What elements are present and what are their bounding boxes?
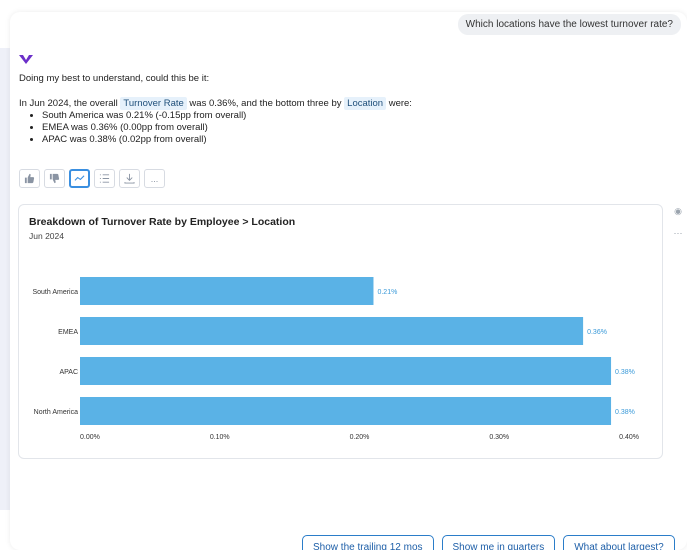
summary-prefix: In Jun 2024, the overall: [19, 98, 121, 109]
download-icon: [124, 173, 135, 184]
metric-chip[interactable]: Turnover Rate: [120, 97, 187, 110]
bar-value-label: 0.38%: [615, 369, 635, 376]
chart-toggle-button[interactable]: [69, 169, 90, 188]
bar[interactable]: [80, 357, 612, 385]
line-chart-icon: [74, 175, 85, 181]
response-actions: ...: [19, 169, 165, 188]
x-tick-label: 0.10%: [210, 434, 230, 441]
x-tick-label: 0.40%: [619, 434, 639, 441]
bar[interactable]: [80, 277, 374, 305]
category-label: South America: [32, 289, 78, 296]
finding-item: South America was 0.21% (-0.15pp from ov…: [42, 110, 246, 122]
thumbs-up-icon: [24, 173, 35, 184]
chart-side-tools: ◉ ⋯: [673, 206, 683, 238]
download-button[interactable]: [119, 169, 140, 188]
findings-list: South America was 0.21% (-0.15pp from ov…: [30, 110, 246, 146]
finding-item: APAC was 0.38% (0.02pp from overall): [42, 134, 246, 146]
bar[interactable]: [80, 317, 584, 345]
dimension-chip[interactable]: Location: [344, 97, 387, 110]
category-label: EMEA: [58, 329, 78, 336]
bar[interactable]: [80, 397, 612, 425]
assistant-logo-icon: [19, 55, 33, 64]
bar-chart: South America 0.21% EMEA 0.36% APAC 0.38% Nort…: [32, 277, 639, 441]
camera-icon[interactable]: ◉: [674, 206, 682, 216]
user-message-text: Which locations have the lowest turnover…: [465, 19, 673, 30]
thumbs-down-icon: [49, 173, 60, 184]
expand-icon[interactable]: ⋯: [674, 228, 683, 238]
x-tick-label: 0.00%: [80, 434, 100, 441]
thumbs-up-button[interactable]: [19, 169, 40, 188]
bar-value-label: 0.21%: [377, 289, 397, 296]
category-label: North America: [34, 409, 78, 416]
x-tick-label: 0.30%: [489, 434, 509, 441]
suggestion-button[interactable]: What about largest?: [563, 535, 675, 550]
category-label: APAC: [59, 369, 78, 376]
suggestion-button[interactable]: Show me in quarters: [441, 535, 556, 550]
summary-middle: was 0.36%, and the bottom three by: [186, 98, 345, 109]
finding-item: EMEA was 0.36% (0.00pp from overall): [42, 122, 246, 134]
chart-card: Breakdown of Turnover Rate by Employee >…: [18, 204, 663, 459]
x-tick-label: 0.20%: [350, 434, 370, 441]
more-icon: ...: [150, 173, 159, 184]
assistant-intro: Doing my best to understand, could this …: [19, 73, 210, 84]
thumbs-down-button[interactable]: [44, 169, 65, 188]
more-options-button[interactable]: ...: [144, 169, 165, 188]
list-icon: [99, 174, 110, 183]
assistant-summary: In Jun 2024, the overall Turnover Rate w…: [19, 97, 412, 110]
user-message-bubble: Which locations have the lowest turnover…: [457, 14, 681, 35]
summary-suffix: were:: [386, 98, 412, 109]
suggestion-button[interactable]: Show the trailing 12 mos: [302, 535, 434, 550]
suggestion-buttons: Show the trailing 12 mos Show me in quar…: [302, 535, 675, 550]
bar-value-label: 0.36%: [587, 329, 607, 336]
bar-value-label: 0.38%: [615, 409, 635, 416]
list-view-button[interactable]: [94, 169, 115, 188]
